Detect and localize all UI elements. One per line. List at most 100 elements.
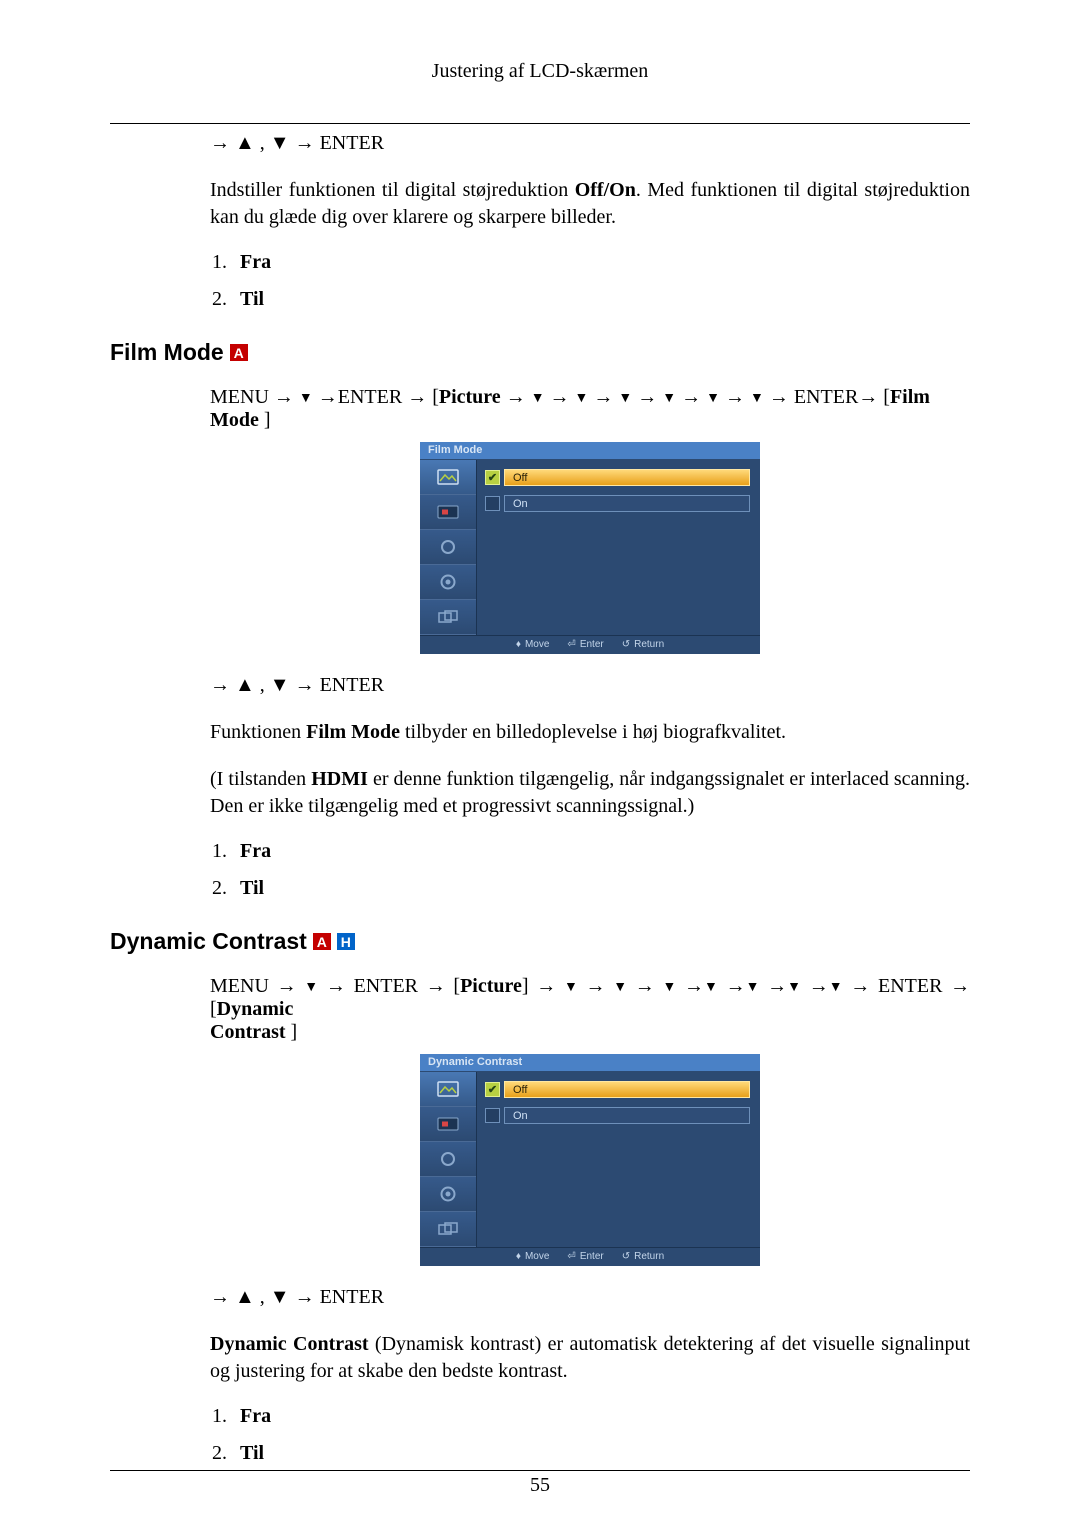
osd-tab-setup[interactable]	[420, 1177, 476, 1212]
arrow-right-icon: →	[210, 132, 230, 154]
label: Enter	[580, 639, 604, 650]
osd-tab-setup[interactable]	[420, 565, 476, 600]
osd-sidebar	[420, 460, 477, 635]
arrow-right-icon: →	[506, 386, 526, 408]
film-mode-osd: Film Mode	[210, 442, 970, 654]
picture-label: Picture	[460, 975, 522, 997]
osd-footer: ♦Move ⏎ Enter ↺Return	[420, 1247, 760, 1266]
page-number: 55	[0, 1474, 1080, 1497]
nav-instruction: → ▲ , ▼ → ENTER	[210, 1284, 970, 1311]
arrow-right-icon: →	[295, 674, 315, 696]
option-label: Fra	[240, 1405, 271, 1427]
arrow-right-icon: →	[767, 975, 787, 997]
arrow-right-icon: →	[726, 975, 746, 997]
enter-label: ENTER	[320, 674, 384, 696]
foot-move: ♦Move	[516, 639, 550, 650]
list-item: Til	[232, 288, 970, 311]
circle-icon	[439, 538, 457, 556]
osd-tab-picture[interactable]	[420, 460, 476, 495]
multi-icon	[438, 610, 458, 624]
arrow-right-icon: →	[637, 386, 657, 408]
page-header: Justering af LCD-skærmen	[110, 60, 970, 83]
arrow-right-icon: →	[586, 975, 606, 997]
arrow-right-icon: →	[550, 386, 570, 408]
osd-title: Dynamic Contrast	[420, 1054, 760, 1072]
arrow-down-icon: ▼	[750, 391, 764, 407]
osd-body: ✔ Off On	[420, 460, 760, 635]
film-mode-heading: Film Mode A	[110, 339, 970, 366]
text: Funktionen	[210, 721, 306, 743]
comma: ,	[260, 674, 270, 696]
osd-option-on[interactable]: On	[485, 1104, 750, 1126]
bold: Dynamic Contrast	[210, 1333, 369, 1355]
arrow-down-icon: ▼	[575, 391, 589, 407]
updown-icon: ♦	[516, 639, 521, 650]
label: Move	[525, 1251, 549, 1262]
arrow-right-icon: →	[318, 386, 338, 408]
enter-label: ENTER	[878, 975, 942, 997]
film-mode-menu-path: MENU → ▼ →ENTER → [Picture → ▼ → ▼ → ▼ →…	[210, 386, 970, 432]
enter-icon: ⏎	[567, 1251, 575, 1262]
osd-tab-multi[interactable]	[420, 1212, 476, 1247]
label: Enter	[580, 1251, 604, 1262]
osd-option-off[interactable]: ✔ Off	[485, 466, 750, 488]
osd-option-off[interactable]: ✔ Off	[485, 1078, 750, 1100]
osd-tab-sound[interactable]	[420, 1142, 476, 1177]
arrow-down-icon: ▼	[706, 391, 720, 407]
options-list: Fra Til	[210, 840, 970, 900]
noise-reduction-desc: Indstiller funktionen til digital støjre…	[210, 177, 970, 231]
foot-enter: ⏎ Enter	[567, 639, 603, 650]
arrow-right-icon: →	[210, 674, 230, 696]
film-mode-desc-2: (I tilstanden HDMI er denne funktion til…	[210, 766, 970, 820]
osd-option-on[interactable]: On	[485, 492, 750, 514]
enter-label: ENTER	[794, 386, 858, 408]
check-icon: ✔	[485, 1082, 500, 1097]
arrow-down-icon: ▼	[564, 980, 578, 996]
arrow-up-icon: ▲	[235, 674, 255, 696]
option-label: Til	[240, 877, 264, 899]
label: Return	[634, 639, 664, 650]
arrow-right-icon: →	[593, 386, 613, 408]
arrow-down-icon: ▼	[299, 391, 313, 407]
picture-label: Picture	[439, 386, 501, 408]
nav-instruction: → ▲ , ▼ → ENTER	[210, 672, 970, 699]
arrow-down-icon: ▼	[704, 980, 718, 996]
text: tilbyder en billedoplevelse i høj biogra…	[400, 721, 786, 743]
osd-tab-sound[interactable]	[420, 530, 476, 565]
arrow-right-icon: →	[684, 975, 704, 997]
input-icon	[437, 505, 459, 519]
arrow-right-icon: →	[950, 975, 970, 997]
badge-a-icon: A	[313, 933, 331, 950]
menu-label: MENU	[210, 975, 269, 997]
option-label: Fra	[240, 251, 271, 273]
arrow-right-icon: →	[277, 975, 297, 997]
osd-main: ✔ Off On	[477, 1072, 760, 1247]
arrow-down-icon: ▼	[531, 391, 545, 407]
dc-menu-path: MENU → ▼ → ENTER → [Picture] → ▼ → ▼ → ▼…	[210, 975, 970, 1044]
arrow-up-icon: ▲	[235, 1286, 255, 1308]
osd-tab-input[interactable]	[420, 495, 476, 530]
foot-move: ♦Move	[516, 1251, 550, 1262]
bold: HDMI	[311, 768, 368, 790]
arrow-right-icon: →	[295, 132, 315, 154]
arrow-right-icon: →	[850, 975, 870, 997]
arrow-down-icon: ▼	[304, 980, 318, 996]
arrow-down-icon: ▼	[270, 1286, 290, 1308]
list-item: Til	[232, 877, 970, 900]
arrow-down-icon: ▼	[662, 980, 676, 996]
arrow-down-icon: ▼	[829, 980, 843, 996]
osd-tab-input[interactable]	[420, 1107, 476, 1142]
footer-rule	[110, 1470, 970, 1471]
enter-icon: ⏎	[567, 639, 575, 650]
picture-icon	[437, 1081, 459, 1097]
arrow-right-icon: →	[769, 386, 789, 408]
osd-tab-picture[interactable]	[420, 1072, 476, 1107]
arrow-right-icon: →	[858, 386, 878, 408]
osd-panel: Dynamic Contrast	[420, 1054, 760, 1266]
picture-icon	[437, 469, 459, 485]
osd-sidebar	[420, 1072, 477, 1247]
arrow-right-icon: →	[426, 975, 446, 997]
foot-return: ↺Return	[622, 1251, 664, 1262]
osd-tab-multi[interactable]	[420, 600, 476, 635]
options-list: Fra Til	[210, 251, 970, 311]
